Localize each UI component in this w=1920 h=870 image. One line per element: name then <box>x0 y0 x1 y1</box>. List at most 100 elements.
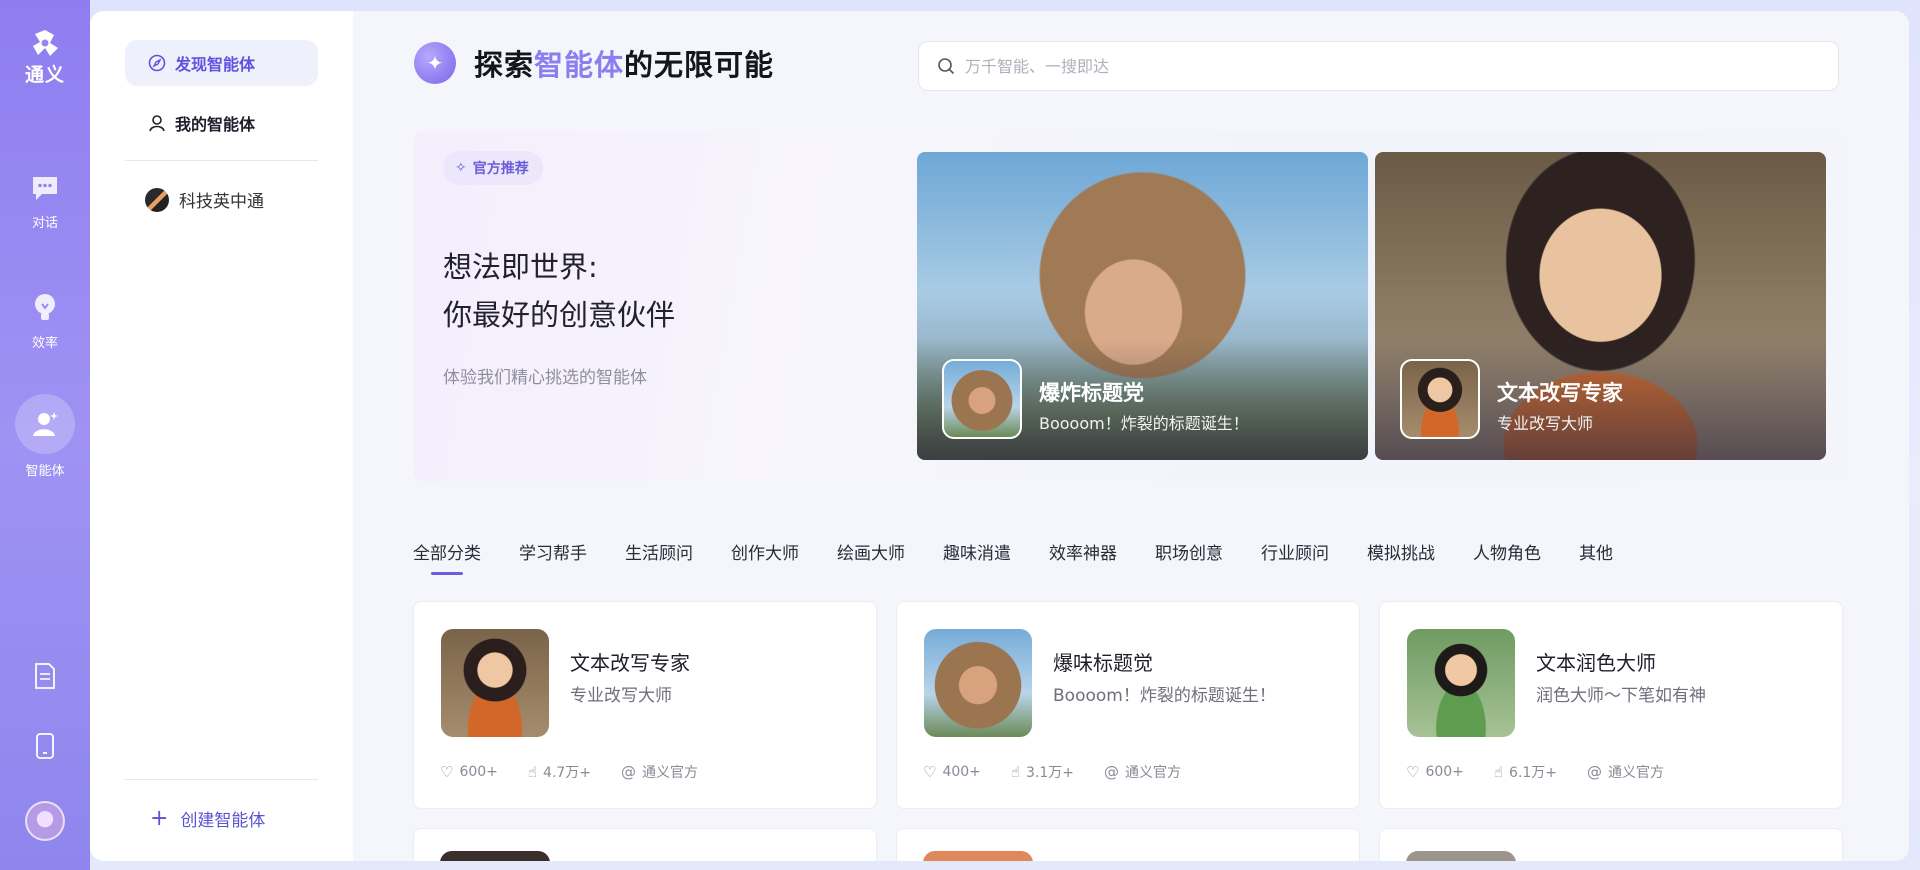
bulb-icon <box>21 284 69 332</box>
recommend-icon: ✧ <box>455 160 467 176</box>
featured-agent-desc: 专业改写大师 <box>1497 414 1594 433</box>
brand-logo[interactable]: 通义 <box>25 28 65 87</box>
featured-agent-name: 文本改写专家 <box>1497 381 1623 405</box>
page-title: ✦ 探索智能体的无限可能 <box>414 42 774 84</box>
agent-name: 文本改写专家 <box>570 651 690 675</box>
rail-item-label: 智能体 <box>25 464 65 479</box>
user-avatar <box>25 801 65 841</box>
agent-thumbnail <box>440 851 550 861</box>
agent-thumbnail <box>924 629 1032 737</box>
document-icon <box>35 663 55 689</box>
heart-icon: ♡ <box>923 763 937 781</box>
sidebar-divider <box>125 779 318 780</box>
rail-item-efficiency[interactable]: 效率 <box>0 284 90 351</box>
agent-stats: ♡ 600+ ☝ 6.1万+ @ 通义官方 <box>1406 762 1694 782</box>
tab-simulation[interactable]: 模拟挑战 <box>1367 539 1435 564</box>
banner-subtitle: 体验我们精心挑选的智能体 <box>443 368 647 388</box>
compass-icon <box>147 53 167 73</box>
sidebar-item-label: 我的智能体 <box>175 115 256 134</box>
agent-avatar <box>145 187 169 212</box>
agent-card[interactable]: 文本改写专家 专业改写大师 ♡ 600+ ☝ 4.7万+ @ 通义官方 <box>413 601 877 809</box>
featured-agent-card[interactable]: 文本改写专家 专业改写大师 <box>1375 152 1826 460</box>
agent-card[interactable]: 文本润色大师 润色大师～下笔如有神 ♡ 600+ ☝ 6.1万+ @ 通义官方 <box>1379 601 1843 809</box>
tab-fun[interactable]: 趣味消遣 <box>943 539 1011 564</box>
search-icon <box>938 58 955 75</box>
chat-icon <box>21 164 69 212</box>
search-box[interactable] <box>918 41 1839 91</box>
thumb-icon: ☝ <box>1493 763 1504 781</box>
brand-name: 通义 <box>24 64 65 86</box>
tab-life[interactable]: 生活顾问 <box>625 539 693 564</box>
heart-icon: ♡ <box>1406 763 1420 781</box>
featured-agent-desc: Boooom！炸裂的标题诞生！ <box>1039 414 1249 433</box>
app-rail: 通义 对话 效率 智能体 <box>0 0 90 870</box>
slogan-line: 你最好的创意伙伴 <box>443 298 676 332</box>
mobile-app-button[interactable] <box>0 733 90 759</box>
likes-count: 600+ <box>459 764 498 780</box>
slogan-line: 想法即世界: <box>443 250 598 284</box>
agent-author: 通义官方 <box>1125 765 1182 781</box>
tab-all[interactable]: 全部分类 <box>413 539 481 575</box>
agent-name: 文本润色大师 <box>1536 651 1656 675</box>
featured-agent-card[interactable]: 爆炸标题党 Boooom！炸裂的标题诞生！ <box>917 152 1368 460</box>
main-panel: 发现智能体 我的智能体 科技英中通 + 创建智能体 ✦ 探索智能体的无限可能 万… <box>90 11 1909 861</box>
agent-card[interactable] <box>413 828 877 861</box>
rail-item-label: 效率 <box>31 336 58 351</box>
rail-item-label: 对话 <box>31 216 58 231</box>
agent-card[interactable] <box>1379 828 1843 861</box>
uses-count: 4.7万+ <box>543 765 592 781</box>
agent-thumbnail <box>1406 851 1516 861</box>
tab-painting[interactable]: 绘画大师 <box>837 539 905 564</box>
rail-item-chat[interactable]: 对话 <box>0 164 90 231</box>
agent-card[interactable] <box>896 828 1360 861</box>
likes-count: 400+ <box>942 764 981 780</box>
tab-creation[interactable]: 创作大师 <box>731 539 799 564</box>
agent-thumbnail <box>923 851 1033 861</box>
sidebar-divider <box>125 160 318 161</box>
user-icon <box>147 113 167 133</box>
agent-thumbnail <box>441 629 549 737</box>
tab-study[interactable]: 学习帮手 <box>519 539 587 564</box>
tab-workplace[interactable]: 职场创意 <box>1155 539 1223 564</box>
create-agent-button[interactable]: + 创建智能体 <box>150 806 265 831</box>
likes-count: 600+ <box>1425 764 1464 780</box>
sparkle-icon: ✦ <box>414 42 456 84</box>
at-icon: @ <box>1104 763 1120 781</box>
heart-icon: ♡ <box>440 763 454 781</box>
agent-desc: Boooom！炸裂的标题诞生！ <box>1053 686 1276 706</box>
tab-efficiency[interactable]: 效率神器 <box>1049 539 1117 564</box>
tongyi-logo-icon <box>32 30 58 56</box>
tablet-icon <box>36 733 54 759</box>
agent-author: 通义官方 <box>642 765 699 781</box>
banner-slogan: 想法即世界: 你最好的创意伙伴 <box>443 243 675 339</box>
featured-banner: ✧ 官方推荐 想法即世界: 你最好的创意伙伴 体验我们精心挑选的智能体 爆炸标题… <box>413 131 1843 481</box>
agent-stats: ♡ 400+ ☝ 3.1万+ @ 通义官方 <box>923 762 1211 782</box>
sidebar-item-my-agents[interactable]: 我的智能体 <box>125 100 318 146</box>
agent-card[interactable]: 爆味标题觉 Boooom！炸裂的标题诞生！ ♡ 400+ ☝ 3.1万+ @ 通义官方 <box>896 601 1360 809</box>
user-avatar-button[interactable] <box>0 801 90 841</box>
search-input[interactable] <box>965 56 1815 76</box>
agent-thumbnail <box>1400 359 1480 439</box>
agent-icon <box>15 394 75 454</box>
sidebar-item-discover[interactable]: 发现智能体 <box>125 40 318 86</box>
thumb-icon: ☝ <box>527 763 538 781</box>
agent-desc: 专业改写大师 <box>570 686 672 706</box>
agent-stats: ♡ 600+ ☝ 4.7万+ @ 通义官方 <box>440 762 728 782</box>
create-agent-label: 创建智能体 <box>180 811 266 831</box>
recent-agent-name: 科技英中通 <box>179 192 264 212</box>
tab-industry[interactable]: 行业顾问 <box>1261 539 1329 564</box>
tab-other[interactable]: 其他 <box>1579 539 1613 564</box>
at-icon: @ <box>621 763 637 781</box>
sidebar-recent-agent[interactable]: 科技英中通 <box>145 187 264 212</box>
agent-author: 通义官方 <box>1608 765 1665 781</box>
official-recommend-tag: ✧ 官方推荐 <box>443 151 543 185</box>
featured-agent-name: 爆炸标题党 <box>1039 381 1144 405</box>
agent-thumbnail <box>942 359 1022 439</box>
document-button[interactable] <box>0 663 90 689</box>
rail-item-agents[interactable]: 智能体 <box>0 394 90 479</box>
agent-desc: 润色大师～下笔如有神 <box>1536 686 1706 706</box>
uses-count: 6.1万+ <box>1509 765 1558 781</box>
tab-characters[interactable]: 人物角色 <box>1473 539 1541 564</box>
thumb-icon: ☝ <box>1010 763 1021 781</box>
content-area: ✦ 探索智能体的无限可能 ✧ 官方推荐 想法即世界: 你最好的创意伙伴 体验我们… <box>353 11 1909 861</box>
